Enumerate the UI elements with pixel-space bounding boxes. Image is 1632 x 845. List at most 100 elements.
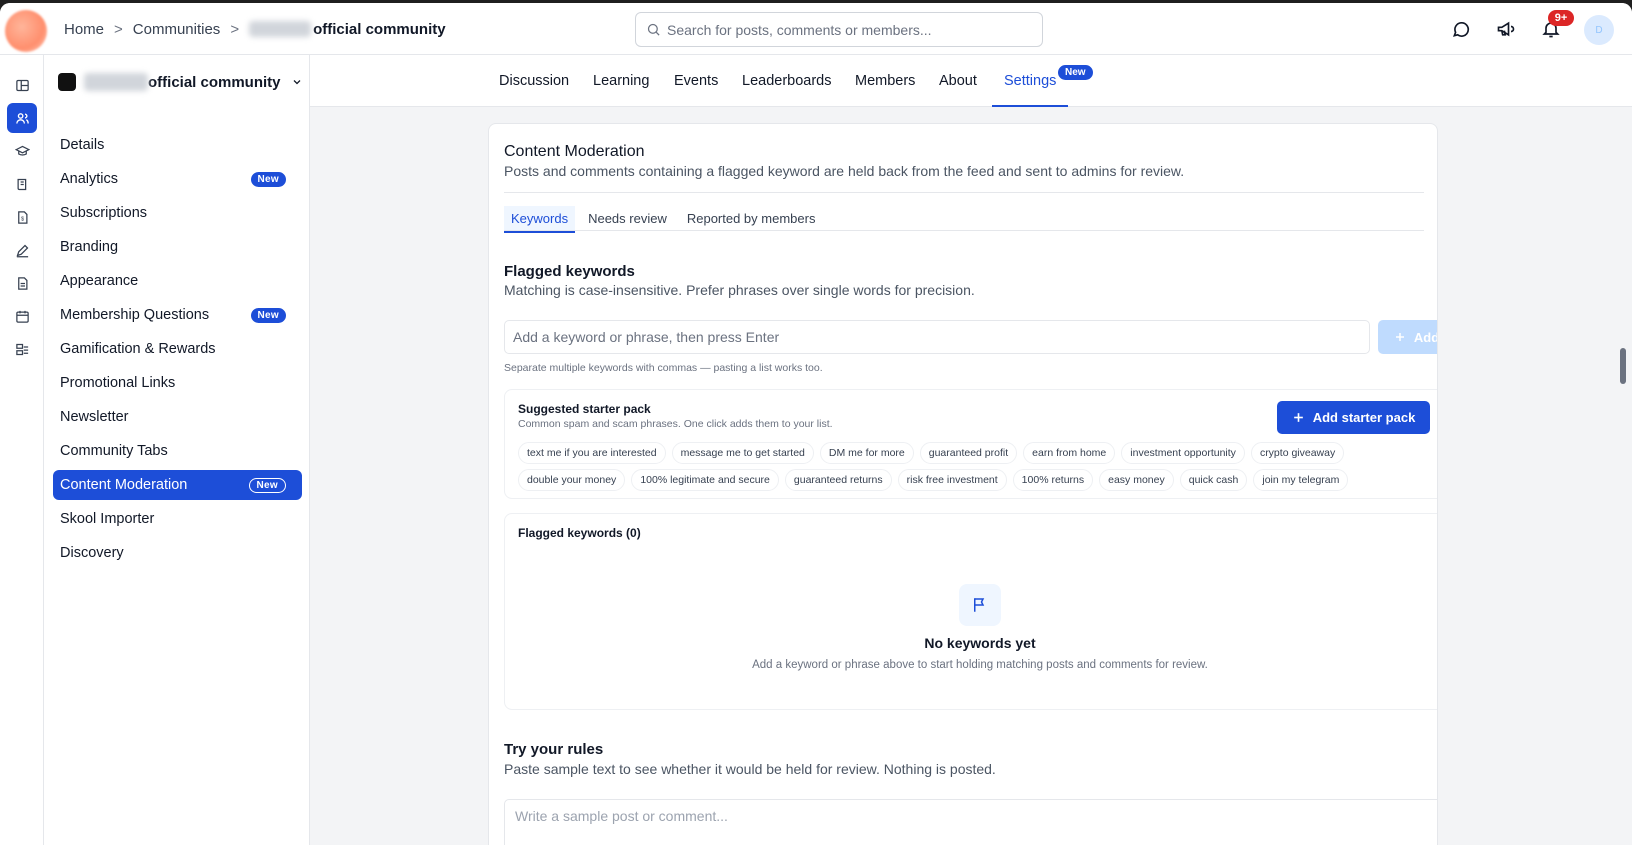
tab-members[interactable]: Members bbox=[855, 55, 915, 107]
sidebar-item-label: Promotional Links bbox=[60, 375, 176, 391]
breadcrumb-separator: > bbox=[230, 20, 240, 38]
subtab-keywords[interactable]: Keywords bbox=[504, 206, 576, 233]
breadcrumb-separator: > bbox=[114, 20, 123, 38]
tab-leaderboards[interactable]: Leaderboards bbox=[742, 55, 832, 107]
megaphone-icon[interactable] bbox=[1495, 18, 1517, 40]
sidebar-item-gamification[interactable]: Gamification & Rewards bbox=[53, 334, 302, 364]
rail-dashboard-icon[interactable] bbox=[7, 70, 37, 100]
sidebar-item-discovery[interactable]: Discovery bbox=[53, 538, 302, 568]
keyword-chip[interactable]: DM me for more bbox=[819, 442, 914, 464]
keyword-input[interactable] bbox=[504, 320, 1370, 354]
rail-database-icon[interactable] bbox=[7, 334, 37, 364]
sidebar-item-label: Details bbox=[60, 137, 105, 153]
keywords-description: Matching is case-insensitive. Prefer phr… bbox=[504, 282, 975, 298]
community-logo bbox=[58, 73, 76, 91]
try-rules-title: Try your rules bbox=[504, 741, 604, 758]
add-starter-pack-label: Add starter pack bbox=[1312, 410, 1416, 425]
keyword-chip[interactable]: text me if you are interested bbox=[518, 442, 666, 464]
chat-icon[interactable] bbox=[1450, 18, 1472, 40]
sidebar-item-community-tabs[interactable]: Community Tabs bbox=[53, 436, 302, 466]
moderation-subtabs: Keywords Needs review Reported by member… bbox=[504, 206, 828, 233]
settings-nav: Details Analytics New Subscriptions Brand… bbox=[53, 130, 302, 572]
app-logo[interactable] bbox=[5, 10, 47, 52]
subtab-needs-review[interactable]: Needs review bbox=[581, 206, 674, 233]
notification-badge: 9+ bbox=[1548, 10, 1574, 26]
avatar-alt-text: D bbox=[1595, 24, 1603, 36]
sidebar-item-label: Branding bbox=[60, 239, 119, 255]
flagged-keywords-title: Flagged keywords (0) bbox=[518, 526, 641, 540]
add-keyword-button[interactable]: Add bbox=[1378, 320, 1437, 354]
flagged-keywords-panel: Flagged keywords (0) No keywords yet Add… bbox=[504, 513, 1437, 710]
rail-document-icon[interactable] bbox=[7, 268, 37, 298]
sidebar-item-content-moderation[interactable]: Content Moderation New bbox=[53, 470, 302, 500]
empty-state-title: No keywords yet bbox=[924, 635, 1036, 651]
input-hint: Separate multiple keywords with commas —… bbox=[504, 362, 823, 374]
search-icon bbox=[647, 23, 660, 36]
tab-events[interactable]: Events bbox=[674, 55, 718, 107]
rail-community-icon[interactable] bbox=[7, 103, 37, 133]
search-bar[interactable] bbox=[635, 12, 1043, 47]
keyword-chip[interactable]: crypto giveaway bbox=[1250, 442, 1345, 464]
scrollbar[interactable] bbox=[1620, 348, 1626, 384]
keyword-chip[interactable]: earn from home bbox=[1023, 442, 1116, 464]
breadcrumb-communities[interactable]: Communities bbox=[133, 21, 221, 38]
sidebar-item-subscriptions[interactable]: Subscriptions bbox=[53, 198, 302, 228]
keyword-chip[interactable]: 100% legitimate and secure bbox=[631, 469, 779, 491]
keyword-chip[interactable]: message me to get started bbox=[671, 442, 814, 464]
subtab-reported[interactable]: Reported by members bbox=[680, 206, 823, 233]
tab-settings[interactable]: Settings bbox=[991, 55, 1069, 107]
search-input[interactable] bbox=[667, 21, 1027, 38]
redacted-name bbox=[249, 21, 312, 37]
divider bbox=[504, 192, 1424, 193]
tab-discussion[interactable]: Discussion bbox=[499, 55, 569, 107]
add-starter-pack-button[interactable]: Add starter pack bbox=[1277, 401, 1430, 434]
try-rules-description: Paste sample text to see whether it woul… bbox=[504, 761, 996, 777]
keyword-chip[interactable]: investment opportunity bbox=[1121, 442, 1245, 464]
keyword-chip[interactable]: risk free investment bbox=[897, 469, 1007, 491]
top-bar: Home > Communities > official community … bbox=[0, 3, 1632, 55]
plus-icon bbox=[1293, 413, 1303, 422]
sidebar-item-details[interactable]: Details bbox=[53, 130, 302, 160]
breadcrumb-home[interactable]: Home bbox=[64, 21, 104, 38]
empty-state-description: Add a keyword or phrase above to start h… bbox=[752, 659, 1208, 671]
starter-pack-description: Common spam and scam phrases. One click … bbox=[518, 418, 833, 430]
keyword-chip[interactable]: guaranteed returns bbox=[784, 469, 892, 491]
sidebar-item-analytics[interactable]: Analytics New bbox=[53, 164, 302, 194]
sidebar-item-label: Analytics bbox=[60, 171, 119, 187]
rail-billing-icon[interactable]: $ bbox=[7, 202, 37, 232]
sample-text-input[interactable] bbox=[504, 799, 1437, 845]
keyword-chip[interactable]: quick cash bbox=[1179, 469, 1248, 491]
avatar[interactable]: D bbox=[1584, 15, 1614, 45]
new-badge: New bbox=[250, 307, 286, 323]
keyword-chip[interactable]: 100% returns bbox=[1012, 469, 1094, 491]
keyword-chip[interactable]: easy money bbox=[1099, 469, 1174, 491]
starter-pack-panel: Suggested starter pack Common spam and s… bbox=[504, 389, 1437, 499]
new-badge: New bbox=[248, 477, 286, 493]
rail-book-icon[interactable] bbox=[7, 169, 37, 199]
new-badge: New bbox=[250, 171, 286, 187]
tab-learning[interactable]: Learning bbox=[593, 55, 649, 107]
chevron-down-icon bbox=[293, 80, 300, 85]
rail-calendar-icon[interactable] bbox=[7, 301, 37, 331]
sidebar-item-label: Community Tabs bbox=[60, 443, 168, 459]
keyword-chip[interactable]: join my telegram bbox=[1253, 469, 1349, 491]
sidebar-item-label: Skool Importer bbox=[60, 511, 155, 527]
settings-sidebar: official community Details Analytics New … bbox=[44, 55, 310, 845]
sidebar-item-membership-questions[interactable]: Membership Questions New bbox=[53, 300, 302, 330]
sidebar-item-branding[interactable]: Branding bbox=[53, 232, 302, 262]
sidebar-item-skool-importer[interactable]: Skool Importer bbox=[53, 504, 302, 534]
svg-text:$: $ bbox=[20, 216, 24, 222]
rail-pen-icon[interactable] bbox=[7, 235, 37, 265]
keyword-chip[interactable]: double your money bbox=[518, 469, 626, 491]
keyword-chip[interactable]: guaranteed profit bbox=[919, 442, 1018, 464]
flag-icon bbox=[959, 584, 1001, 626]
sidebar-item-newsletter[interactable]: Newsletter bbox=[53, 402, 302, 432]
tab-about[interactable]: About bbox=[939, 55, 977, 107]
community-switcher[interactable]: official community bbox=[58, 73, 303, 91]
sidebar-item-label: Gamification & Rewards bbox=[60, 341, 216, 357]
breadcrumb: Home > Communities > official community bbox=[64, 3, 446, 55]
sidebar-item-promotional-links[interactable]: Promotional Links bbox=[53, 368, 302, 398]
sidebar-item-appearance[interactable]: Appearance bbox=[53, 266, 302, 296]
app-rail: $ bbox=[0, 55, 44, 845]
rail-courses-icon[interactable] bbox=[7, 136, 37, 166]
